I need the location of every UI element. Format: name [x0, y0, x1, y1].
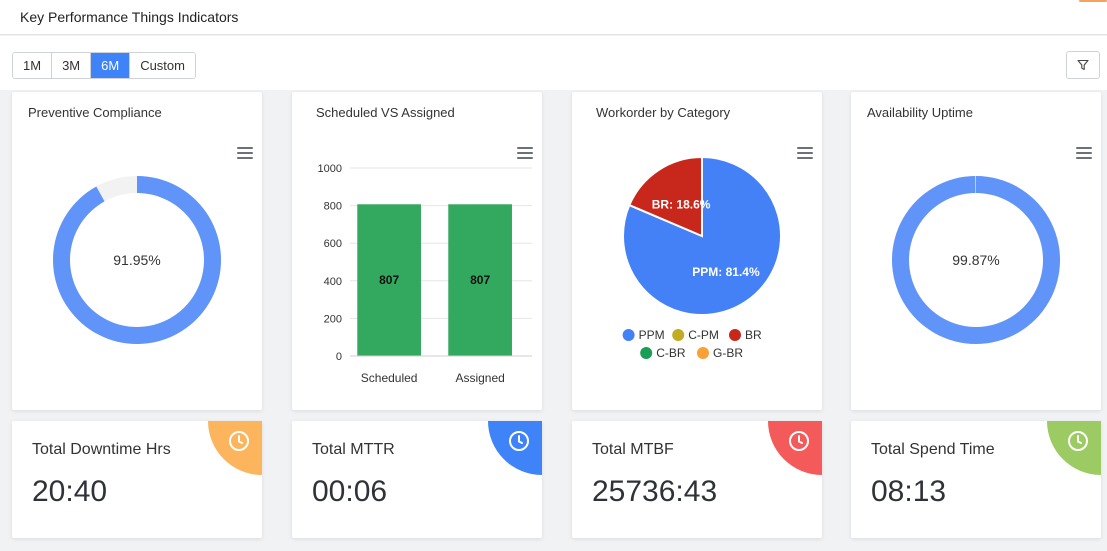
legend-label[interactable]: C-BR	[656, 346, 686, 360]
scheduled-bar-chart: 0 200 400 600 800 1000 807 Scheduled 807 Assigned	[318, 163, 532, 385]
stat-badge	[208, 421, 262, 475]
availability-uptime-card: Availability Uptime 99.87%	[851, 92, 1101, 410]
range-1m-button[interactable]: 1M	[13, 53, 53, 78]
x-tick-label: Scheduled	[361, 371, 418, 385]
legend-marker[interactable]	[729, 329, 741, 341]
y-tick-label: 200	[324, 313, 342, 325]
stat-title: Total MTTR	[312, 441, 395, 458]
legend-marker[interactable]	[697, 347, 709, 359]
range-3m-button[interactable]: 3M	[52, 53, 92, 78]
stat-title: Total MTBF	[592, 441, 674, 458]
total-downtime-card: Total Downtime Hrs 20:40	[12, 421, 262, 538]
range-selector: 1M 3M 6M Custom	[12, 52, 196, 79]
x-tick-label: Assigned	[455, 371, 504, 385]
uptime-value: 99.87%	[952, 252, 999, 268]
stat-badge	[1047, 421, 1101, 475]
page-header: Key Performance Things Indicators	[0, 0, 1107, 35]
stat-title: Total Downtime Hrs	[32, 441, 171, 458]
compliance-donut-chart: 91.95%	[53, 176, 222, 344]
y-tick-label: 600	[324, 238, 342, 250]
pie-data-label: BR: 18.6%	[652, 197, 711, 211]
legend-marker[interactable]	[672, 329, 685, 341]
scheduled-vs-assigned-card: Scheduled VS Assigned 0 200 400 600 800 1000 8…	[292, 92, 542, 410]
legend-marker[interactable]	[622, 329, 635, 341]
range-6m-button[interactable]: 6M	[91, 53, 131, 78]
y-tick-label: 400	[324, 276, 342, 288]
legend-label[interactable]: BR	[745, 328, 762, 342]
y-tick-label: 0	[336, 351, 342, 363]
header-accent	[1079, 0, 1107, 2]
range-custom-button[interactable]: Custom	[130, 53, 195, 78]
pie-data-label: PPM: 81.4%	[692, 265, 760, 279]
toolbar: 1M 3M 6M Custom	[0, 36, 1107, 90]
preventive-compliance-card: Preventive Compliance 91.95%	[12, 92, 262, 410]
bar-value-label: 807	[470, 273, 490, 287]
legend-label[interactable]: C-PM	[688, 328, 719, 342]
stat-value: 20:40	[32, 475, 108, 508]
stat-badge	[488, 421, 542, 475]
stat-value: 00:06	[312, 475, 388, 508]
workorder-category-card: Workorder by Category PPM: 81.4% BR: 18.6…	[572, 92, 822, 410]
y-tick-label: 1000	[318, 163, 342, 175]
filter-button[interactable]	[1066, 51, 1100, 79]
stat-badge	[768, 421, 822, 475]
page-title: Key Performance Things Indicators	[20, 9, 239, 25]
legend-label[interactable]: G-BR	[713, 346, 743, 360]
clock-icon	[229, 431, 249, 451]
compliance-value: 91.95%	[113, 252, 160, 268]
clock-icon	[1068, 431, 1088, 451]
bar-value-label: 807	[379, 273, 399, 287]
total-mttr-card: Total MTTR 00:06	[292, 421, 542, 538]
y-tick-label: 800	[324, 201, 342, 213]
stat-value: 08:13	[871, 475, 947, 508]
clock-icon	[789, 431, 809, 451]
total-spend-time-card: Total Spend Time 08:13	[851, 421, 1101, 538]
uptime-donut-chart: 99.87%	[892, 176, 1061, 344]
legend-label[interactable]: PPM	[639, 328, 665, 342]
total-mtbf-card: Total MTBF 25736:43	[572, 421, 822, 538]
filter-icon	[1077, 59, 1089, 71]
stat-value: 25736:43	[592, 475, 718, 508]
stat-title: Total Spend Time	[871, 441, 995, 458]
legend-marker[interactable]	[640, 347, 653, 359]
clock-icon	[509, 431, 529, 451]
workorder-pie-chart: PPM: 81.4% BR: 18.6% PPM C-PM BR C-BR G-BR	[622, 155, 782, 360]
